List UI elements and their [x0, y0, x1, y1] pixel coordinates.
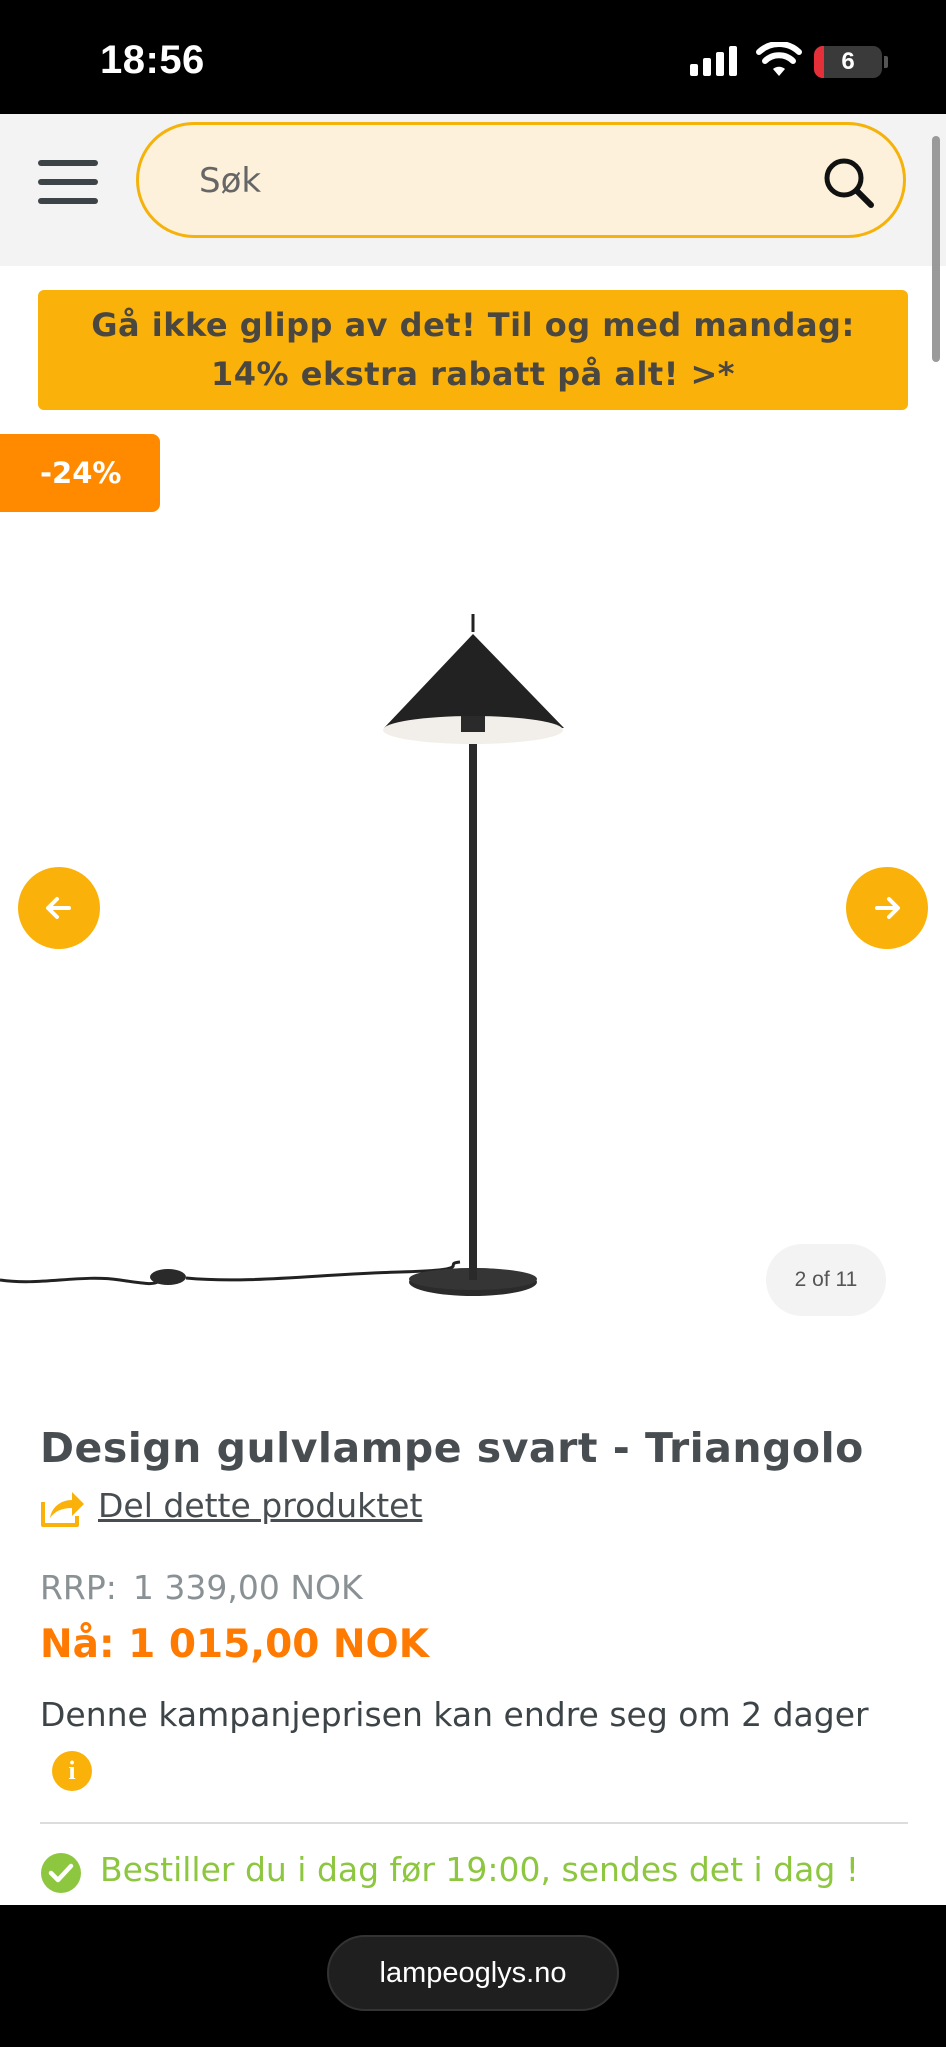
wifi-icon	[756, 42, 802, 76]
promo-banner[interactable]: Gå ikke glipp av det! Til og med mandag:…	[38, 290, 908, 410]
product-title: Design gulvlampe svart - Triangolo	[40, 1424, 864, 1472]
campaign-notice: Denne kampanjeprisen kan endre seg om 2 …	[40, 1686, 900, 1802]
rrp-price: RRP: 1 339,00 NOK	[40, 1568, 363, 1607]
search-bar	[136, 122, 906, 238]
rrp-label: RRP:	[40, 1568, 117, 1607]
share-icon	[41, 1492, 84, 1527]
web-page: Gå ikke glipp av det! Til og med mandag:…	[0, 114, 946, 1905]
info-icon[interactable]: i	[52, 1750, 92, 1791]
battery-level: 6	[841, 48, 855, 75]
divider	[40, 1822, 908, 1824]
battery-icon: 6	[814, 46, 882, 78]
battery-cap	[884, 56, 888, 68]
current-price: Nå: 1 015,00 NOK	[40, 1622, 429, 1667]
gallery-next-button[interactable]	[846, 867, 928, 949]
browser-bottom-bar: lampeoglys.no	[0, 1905, 946, 2047]
campaign-text: Denne kampanjeprisen kan endre seg om 2 …	[40, 1695, 869, 1734]
check-circle-icon	[41, 1853, 81, 1893]
scrollbar-thumb[interactable]	[932, 136, 940, 362]
status-time: 18:56	[100, 38, 205, 82]
gallery-counter: 2 of 11	[766, 1244, 886, 1316]
search-icon[interactable]	[821, 155, 875, 209]
promo-line-1: Gå ikke glipp av det! Til og med mandag:	[91, 306, 855, 344]
status-bar: 18:56 6	[0, 0, 946, 114]
arrow-right-icon	[875, 897, 900, 919]
promo-line-2: 14% ekstra rabatt på alt! >*	[211, 355, 735, 393]
address-bar[interactable]: lampeoglys.no	[327, 1935, 619, 2011]
shipping-text: Bestiller du i dag før 19:00, sendes det…	[100, 1850, 860, 1889]
arrow-left-icon	[46, 897, 71, 919]
search-input[interactable]	[199, 155, 759, 207]
rrp-value: 1 339,00 NOK	[132, 1568, 363, 1607]
gallery-prev-button[interactable]	[18, 867, 100, 949]
cellular-signal-icon	[690, 46, 740, 76]
share-label[interactable]: Del dette produktet	[98, 1486, 422, 1525]
site-header	[0, 114, 946, 362]
hamburger-menu-icon[interactable]	[38, 160, 98, 204]
